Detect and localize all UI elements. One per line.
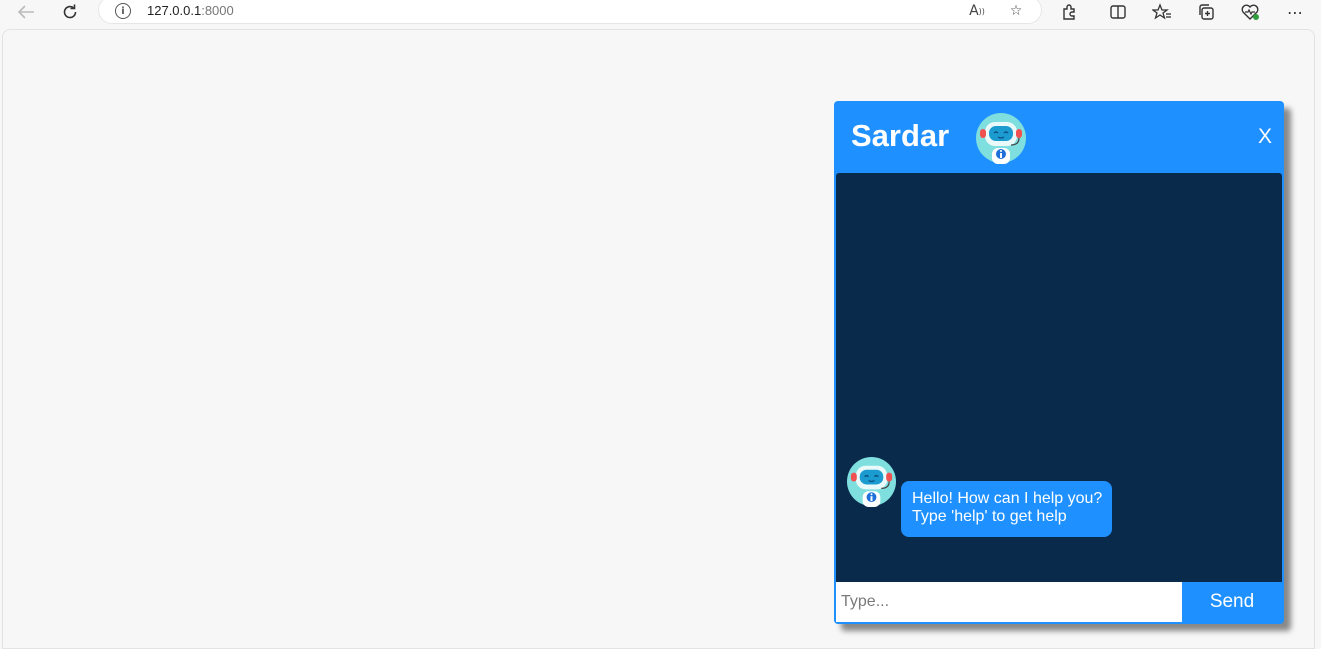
bot-message-bubble: Hello! How can I help you? Type 'help' t… xyxy=(901,481,1112,537)
chat-input-bar: Send xyxy=(836,582,1282,622)
chat-header: Sardar X xyxy=(834,101,1284,173)
url-text: 127.0.0.1:8000 xyxy=(147,3,234,18)
favorite-star-icon[interactable]: ☆ xyxy=(1005,1,1027,21)
collections-icon[interactable] xyxy=(1192,0,1220,24)
browser-essentials-icon[interactable] xyxy=(1236,0,1264,24)
read-aloud-icon[interactable]: A)) xyxy=(966,1,988,21)
message-input[interactable] xyxy=(836,582,1182,622)
bot-avatar-icon xyxy=(975,112,1027,164)
more-icon[interactable]: ⋯ xyxy=(1281,0,1309,24)
back-icon[interactable] xyxy=(12,0,40,24)
favorites-icon[interactable] xyxy=(1148,0,1176,24)
extensions-icon[interactable] xyxy=(1055,0,1083,24)
refresh-icon[interactable] xyxy=(56,0,84,24)
message-line: Hello! How can I help you? xyxy=(912,490,1103,507)
bot-avatar-icon xyxy=(846,456,897,507)
send-button[interactable]: Send xyxy=(1182,582,1282,622)
chat-title: Sardar xyxy=(851,118,950,153)
browser-toolbar: i 127.0.0.1:8000 A)) ☆ ⋯ xyxy=(0,0,1321,26)
chat-messages: Hello! How can I help you? Type 'help' t… xyxy=(836,173,1282,582)
message-line: Type 'help' to get help xyxy=(912,508,1067,525)
address-bar[interactable]: i 127.0.0.1:8000 A)) ☆ xyxy=(98,0,1042,24)
close-button[interactable]: X xyxy=(1258,125,1272,149)
site-info-icon[interactable]: i xyxy=(115,3,131,19)
chat-widget: Sardar X Hello! How can I help you? Type… xyxy=(834,101,1284,624)
split-screen-icon[interactable] xyxy=(1104,0,1132,24)
